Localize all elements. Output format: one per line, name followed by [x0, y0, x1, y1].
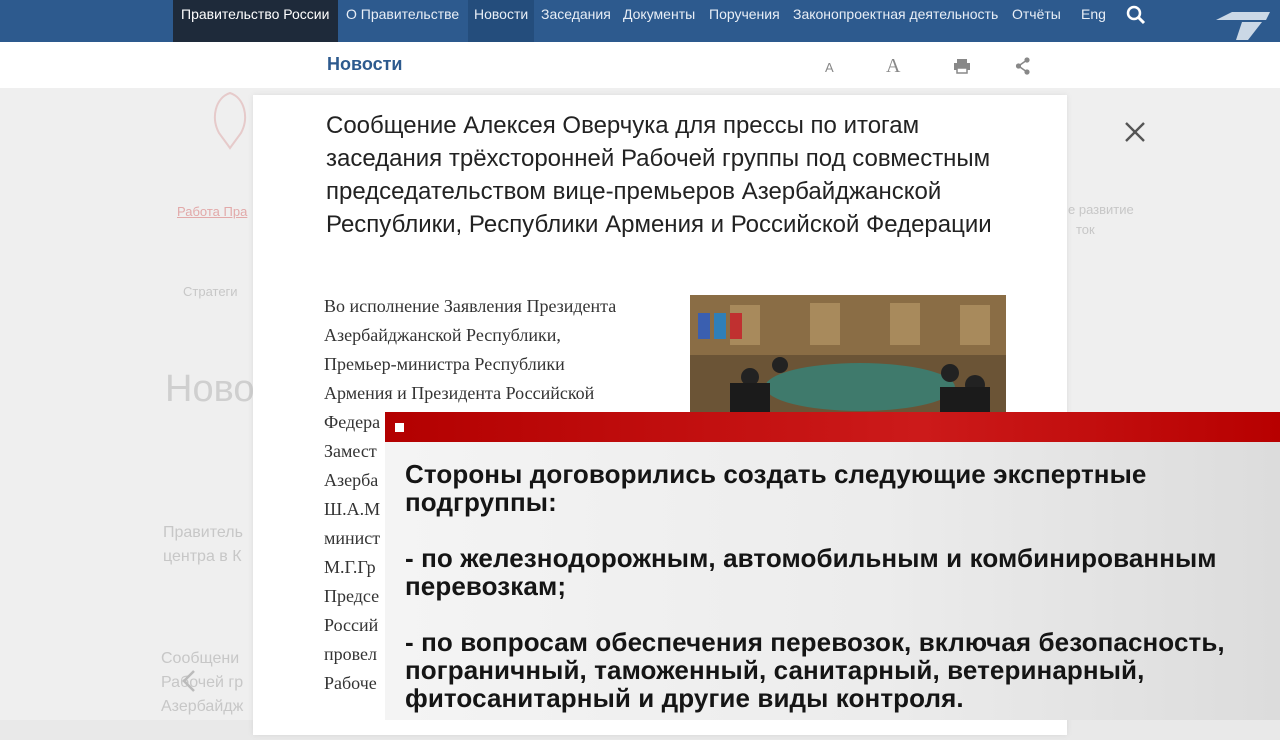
bg-right-text: ток	[1076, 222, 1095, 237]
font-small-button[interactable]: A	[825, 60, 834, 75]
search-icon[interactable]	[1125, 4, 1147, 26]
brand-link[interactable]: Правительство России	[173, 0, 338, 42]
bg-snippet: Сообщени	[161, 650, 240, 667]
meeting-photo	[690, 295, 1006, 415]
nav-item-instructions[interactable]: Поручения	[709, 0, 780, 42]
emblem-icon	[214, 91, 246, 150]
bg-snippet: Правитель	[163, 524, 243, 541]
section-title: Новости	[327, 54, 403, 74]
caption-paragraph: Стороны договорились создать следующие э…	[405, 459, 1147, 517]
caption-paragraph: - по вопросам обеспечения перевозок, вкл…	[405, 627, 1225, 713]
tv-caption-panel: Стороны договорились создать следующие э…	[385, 442, 1280, 720]
bg-news-heading: Ново	[165, 368, 255, 410]
bg-snippet: Азербайдж	[161, 698, 244, 715]
tv-caption-bar	[385, 412, 1280, 442]
nav-item-about[interactable]: О Правительстве	[346, 0, 459, 42]
print-icon[interactable]	[953, 58, 971, 74]
nav-item-reports[interactable]: Отчёты	[1012, 0, 1061, 42]
body-line: Во исполнение Заявления Президента	[324, 296, 617, 316]
caption-paragraph: - по железнодорожным, автомобильным и ко…	[405, 543, 1217, 601]
nav-item-documents[interactable]: Документы	[623, 0, 695, 42]
bg-strategy: Стратеги	[183, 284, 238, 299]
close-icon[interactable]	[1123, 120, 1147, 144]
sub-header: Новости A A	[0, 42, 1280, 89]
font-large-button[interactable]: A	[886, 55, 900, 78]
body-line: Премьер-министра Республики	[324, 354, 565, 374]
bg-link: Работа Пра	[177, 204, 248, 219]
chevron-left-icon[interactable]	[180, 668, 198, 694]
tv-caption-text: Стороны договорились создать следующие э…	[405, 460, 1265, 740]
bg-snippet: центра в К	[163, 548, 242, 565]
share-icon[interactable]	[1015, 57, 1031, 75]
bg-right-text: е развитие	[1068, 202, 1134, 217]
body-line: Азербайджанской Республики,	[324, 325, 561, 345]
body-line: Армения и Президента Российской	[324, 383, 595, 403]
top-navigation: Правительство России О Правительстве Нов…	[0, 0, 1280, 42]
nav-item-eng[interactable]: Eng	[1081, 0, 1106, 42]
nav-item-meetings[interactable]: Заседания	[541, 0, 611, 42]
nav-item-news[interactable]: Новости	[468, 0, 535, 42]
channel-logo-icon	[1216, 12, 1270, 40]
nav-item-legislation[interactable]: Законопроектная деятельность	[793, 0, 998, 42]
caption-marker-icon	[395, 423, 404, 432]
bg-snippet: Рабочей гр	[161, 674, 244, 691]
article-title: Сообщение Алексея Оверчука для прессы по…	[326, 112, 992, 238]
